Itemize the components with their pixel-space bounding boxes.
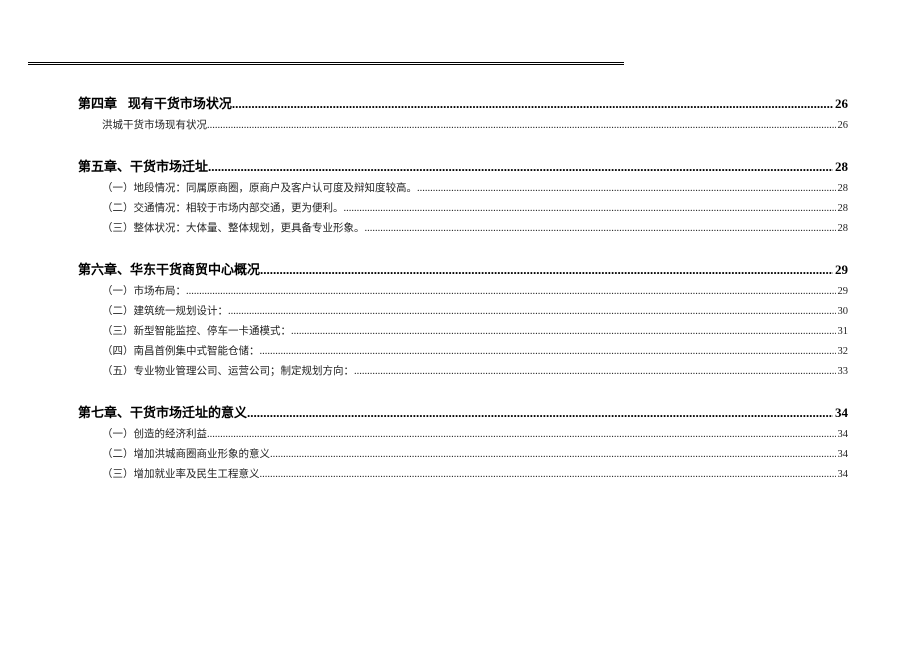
toc-sub-page: 34 (836, 429, 849, 440)
toc-chapter-title: 第七章、干货市场迁址的意义 (78, 402, 247, 421)
toc-leader: ........................................… (260, 346, 836, 357)
toc-chapter-title: 第五章、干货市场迁址 (78, 156, 208, 175)
toc-sub-page: 26 (836, 120, 849, 131)
toc-chapter-title: 第四章 现有干货市场状况 (78, 93, 232, 112)
toc-sub-page: 28 (836, 223, 849, 234)
toc-sub-title: （二）增加洪城商圈商业形象的意义 (102, 446, 270, 461)
toc-chapter-row: 第五章、干货市场迁址 .............................… (78, 156, 848, 175)
header-rule (28, 62, 624, 65)
toc-sub-row: （三）增加就业率及民生工程意义 ........................… (78, 466, 848, 481)
table-of-contents: 第四章 现有干货市场状况 ...........................… (78, 93, 848, 481)
toc-sub-page: 34 (836, 469, 849, 480)
toc-sub-page: 32 (836, 346, 849, 357)
toc-sub-title: （二）交通情况：相较于市场内部交通，更为便利。 (102, 200, 344, 215)
toc-chapter-row: 第七章、干货市场迁址的意义 ..........................… (78, 402, 848, 421)
toc-sub-page: 34 (836, 449, 849, 460)
toc-sub-title: （三）整体状况：大体量、整体规划，更具备专业形象。 (102, 220, 365, 235)
toc-sub-row: （一）创造的经济利益 .............................… (78, 426, 848, 441)
toc-sub-row: （一）市场布局： ...............................… (78, 283, 848, 298)
toc-sub-title: （三）新型智能监控、停车一卡通模式： (102, 323, 291, 338)
toc-sub-row: （一）地段情况：同属原商圈，原商户及客户认可度及辩知度较高。 .........… (78, 180, 848, 195)
toc-sub-page: 29 (836, 286, 849, 297)
toc-leader: ........................................… (247, 405, 833, 421)
toc-sub-page: 33 (836, 366, 849, 377)
toc-sub-row: （三）新型智能监控、停车一卡通模式： .....................… (78, 323, 848, 338)
toc-sub-title: （二）建筑统一规划设计： (102, 303, 228, 318)
toc-chapter-row: 第四章 现有干货市场状况 ...........................… (78, 93, 848, 112)
toc-sub-row: （二）交通情况：相较于市场内部交通，更为便利。 ................… (78, 200, 848, 215)
toc-sub-title: （五）专业物业管理公司、运营公司；制定规划方向： (102, 363, 354, 378)
toc-leader: ........................................… (260, 262, 833, 278)
document-page: 第四章 现有干货市场状况 ...........................… (0, 62, 920, 481)
toc-sub-row: （三）整体状况：大体量、整体规划，更具备专业形象。 ..............… (78, 220, 848, 235)
toc-leader: ........................................… (207, 429, 836, 440)
toc-leader: ........................................… (260, 469, 836, 480)
toc-leader: ........................................… (365, 223, 836, 234)
toc-leader: ........................................… (232, 96, 833, 112)
toc-leader: ........................................… (207, 120, 836, 131)
toc-sub-title: 洪城干货市场现有状况 (102, 117, 207, 132)
toc-sub-row: 洪城干货市场现有状况 .............................… (78, 117, 848, 132)
toc-leader: ........................................… (291, 326, 836, 337)
toc-sub-page: 28 (836, 203, 849, 214)
toc-sub-row: （四）南昌首例集中式智能仓储： ........................… (78, 343, 848, 358)
toc-sub-row: （五）专业物业管理公司、运营公司；制定规划方向： ...............… (78, 363, 848, 378)
toc-leader: ........................................… (186, 286, 836, 297)
toc-sub-page: 28 (836, 183, 849, 194)
toc-leader: ........................................… (417, 183, 836, 194)
toc-sub-page: 31 (836, 326, 849, 337)
toc-sub-title: （一）市场布局： (102, 283, 186, 298)
toc-sub-title: （一）地段情况：同属原商圈，原商户及客户认可度及辩知度较高。 (102, 180, 417, 195)
toc-leader: ........................................… (270, 449, 836, 460)
toc-chapter-page: 34 (833, 405, 848, 421)
toc-leader: ........................................… (354, 366, 836, 377)
toc-sub-page: 30 (836, 306, 849, 317)
toc-sub-row: （二）建筑统一规划设计： ...........................… (78, 303, 848, 318)
toc-leader: ........................................… (228, 306, 836, 317)
toc-chapter-row: 第六章、华东干货商贸中心概况 .........................… (78, 259, 848, 278)
toc-chapter-page: 28 (833, 159, 848, 175)
toc-leader: ........................................… (344, 203, 836, 214)
toc-chapter-title: 第六章、华东干货商贸中心概况 (78, 259, 260, 278)
toc-leader: ........................................… (208, 159, 833, 175)
toc-sub-title: （四）南昌首例集中式智能仓储： (102, 343, 260, 358)
toc-sub-title: （一）创造的经济利益 (102, 426, 207, 441)
toc-sub-row: （二）增加洪城商圈商业形象的意义 .......................… (78, 446, 848, 461)
toc-chapter-page: 26 (833, 96, 848, 112)
toc-chapter-page: 29 (833, 262, 848, 278)
toc-sub-title: （三）增加就业率及民生工程意义 (102, 466, 260, 481)
